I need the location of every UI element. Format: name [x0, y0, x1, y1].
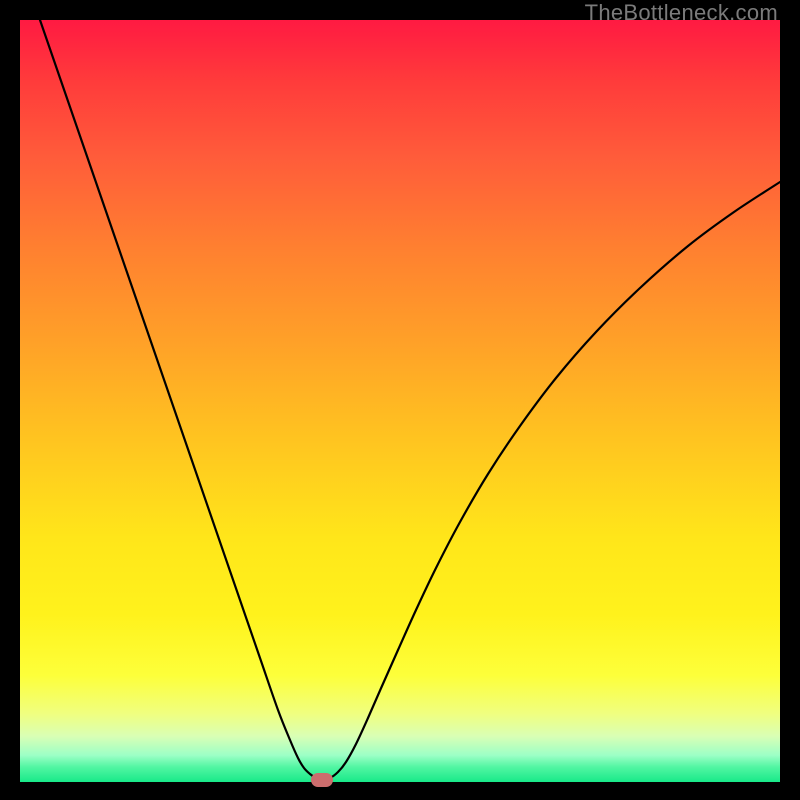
bottleneck-curve — [40, 20, 780, 780]
optimum-marker — [311, 773, 333, 787]
chart-frame: TheBottleneck.com — [0, 0, 800, 800]
curve-svg — [20, 20, 780, 782]
plot-area — [20, 20, 780, 782]
